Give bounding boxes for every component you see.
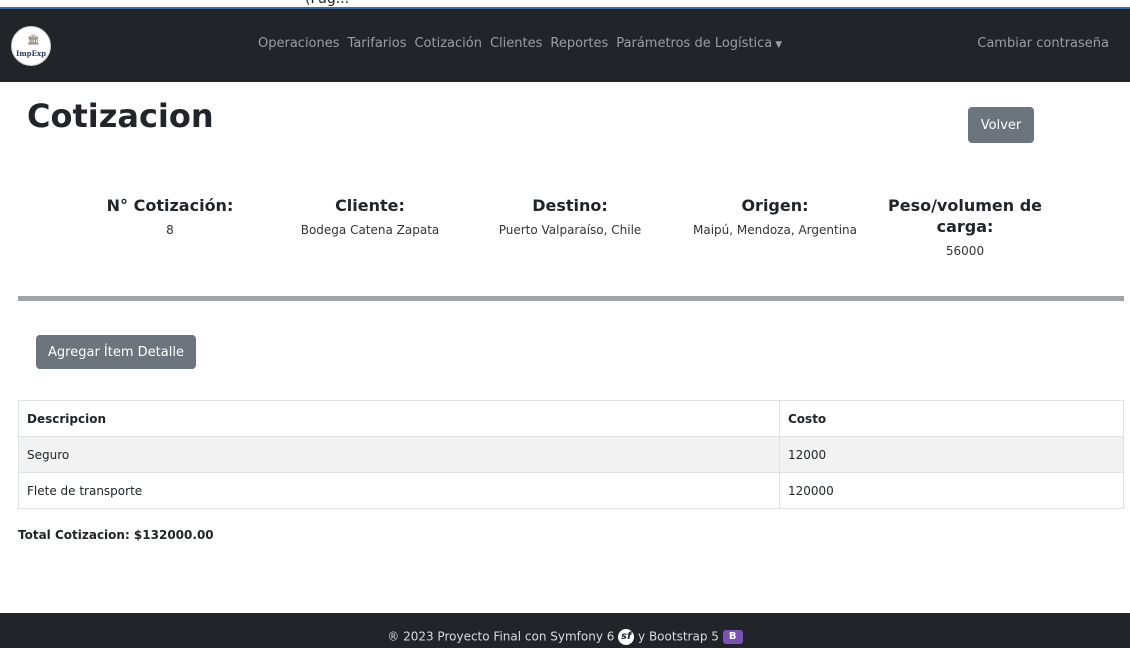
quote-number-label: N° Cotización: [106, 196, 234, 215]
page-footer: ® 2023 Proyecto Final con Symfony 6 sf y… [0, 613, 1130, 648]
origin-value: Maipú, Mendoza, Argentina [692, 223, 857, 237]
destination-value: Puerto Valparaíso, Chile [498, 223, 642, 237]
client-value: Bodega Catena Zapata [300, 223, 440, 237]
quote-number-value: 8 [166, 223, 174, 237]
table-row: Flete de transporte 120000 [18, 472, 1124, 509]
brand-logo-text: ImpExp [16, 49, 46, 58]
cell-costo: 12000 [779, 436, 1124, 473]
footer-middle: y Bootstrap 5 [638, 629, 719, 644]
nav-parametros-label: Parámetros de Logística [616, 36, 773, 51]
top-navbar: 🏛 ImpExp Operaciones Tarifarios Cotizaci… [0, 9, 1130, 82]
nav-links: Operaciones Tarifarios Cotización Client… [258, 36, 790, 56]
brand-logo[interactable]: 🏛 ImpExp [11, 26, 51, 66]
destination-field: Destino: Puerto Valparaíso, Chile [485, 195, 655, 237]
weight-value: 56000 [945, 244, 985, 258]
detail-table: Descripcion Costo Seguro 12000 Flete de … [18, 400, 1124, 509]
section-divider [18, 296, 1124, 301]
caret-down-icon: ▼ [775, 40, 783, 50]
symfony-icon: sf [618, 629, 635, 645]
back-button[interactable]: Volver [968, 107, 1034, 143]
cell-descripcion: Seguro [18, 436, 780, 473]
table-header-row: Descripcion Costo [18, 400, 1124, 437]
column-header-descripcion: Descripcion [18, 400, 780, 437]
destination-label: Destino: [532, 196, 608, 215]
nav-tarifarios[interactable]: Tarifarios [348, 36, 407, 56]
nav-operaciones[interactable]: Operaciones [258, 36, 340, 56]
column-header-costo: Costo [779, 400, 1124, 437]
quote-total: Total Cotizacion: $132000.00 [18, 528, 214, 542]
weight-label: Peso/volumen de carga: [887, 196, 1043, 236]
nav-parametros-dropdown[interactable]: Parámetros de Logística ▼ [616, 36, 782, 56]
table-row: Seguro 12000 [18, 436, 1124, 473]
page-title: Cotizacion [27, 97, 214, 135]
origin-label: Origen: [741, 196, 809, 215]
nav-clientes[interactable]: Clientes [490, 36, 542, 56]
weight-field: Peso/volumen de carga: 56000 [885, 195, 1045, 258]
nav-reportes[interactable]: Reportes [550, 36, 608, 56]
cell-descripcion: Flete de transporte [18, 472, 780, 509]
quote-number-field: N° Cotización: 8 [100, 195, 240, 237]
nav-cotizacion[interactable]: Cotización [414, 36, 481, 56]
client-label: Cliente: [335, 196, 405, 215]
bootstrap-icon: B [722, 630, 743, 644]
origin-field: Origen: Maipú, Mendoza, Argentina [675, 195, 875, 237]
footer-prefix: ® 2023 Proyecto Final con Symfony 6 [387, 629, 615, 644]
change-password-link[interactable]: Cambiar contraseña [977, 36, 1109, 51]
client-field: Cliente: Bodega Catena Zapata [285, 195, 455, 237]
add-detail-item-button[interactable]: Agregar Ítem Detalle [36, 335, 196, 369]
cell-costo: 120000 [779, 472, 1124, 509]
footer-credits: ® 2023 Proyecto Final con Symfony 6 sf y… [0, 629, 1130, 645]
building-icon: 🏛 [27, 35, 40, 46]
